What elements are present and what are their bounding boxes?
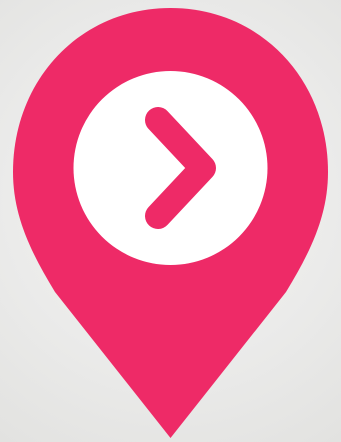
location-pin-icon <box>0 0 341 442</box>
pin-graphic <box>13 8 328 438</box>
inner-circle <box>73 71 268 265</box>
